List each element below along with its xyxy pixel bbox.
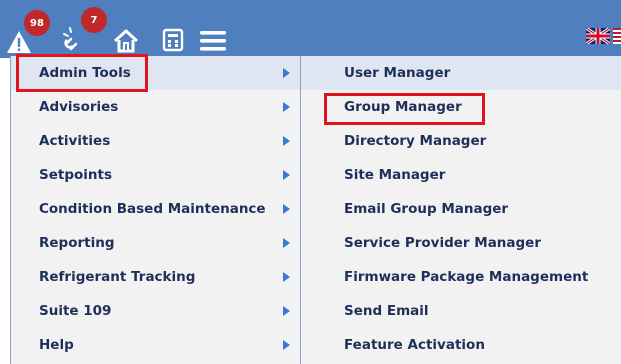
submenu-arrow-icon bbox=[283, 272, 290, 282]
submenu-item-email-group-manager[interactable]: Email Group Manager bbox=[301, 192, 621, 226]
submenu-item-label: Site Manager bbox=[344, 167, 446, 183]
submenu-item-service-provider-manager[interactable]: Service Provider Manager bbox=[301, 226, 621, 260]
submenu-item-label: Service Provider Manager bbox=[344, 235, 541, 251]
menu-item-label: Suite 109 bbox=[39, 303, 112, 319]
menu-item-setpoints[interactable]: Setpoints bbox=[11, 158, 303, 192]
submenu-item-label: Email Group Manager bbox=[344, 201, 509, 217]
submenu-item-label: User Manager bbox=[344, 65, 451, 81]
hamburger-menu-icon[interactable] bbox=[200, 30, 226, 52]
uk-flag-icon[interactable] bbox=[586, 28, 610, 44]
menu-item-label: Help bbox=[39, 337, 74, 353]
menu-item-condition-based-maintenance[interactable]: Condition Based Maintenance bbox=[11, 192, 303, 226]
menu-item-activities[interactable]: Activities bbox=[11, 124, 303, 158]
submenu-arrow-icon bbox=[283, 68, 290, 78]
submenu-item-site-manager[interactable]: Site Manager bbox=[301, 158, 621, 192]
submenu-arrow-icon bbox=[283, 136, 290, 146]
menu-item-label: Advisories bbox=[39, 99, 119, 115]
menu-item-refrigerant-tracking[interactable]: Refrigerant Tracking bbox=[11, 260, 303, 294]
menu-item-reporting[interactable]: Reporting bbox=[11, 226, 303, 260]
submenu-arrow-icon bbox=[283, 306, 290, 316]
menu-item-help[interactable]: Help bbox=[11, 328, 303, 362]
links-count-badge: 7 bbox=[81, 7, 107, 33]
submenu-arrow-icon bbox=[283, 238, 290, 248]
submenu-arrow-icon bbox=[283, 102, 290, 112]
menu-item-label: Refrigerant Tracking bbox=[39, 269, 196, 285]
submenu-arrow-icon bbox=[283, 170, 290, 180]
home-icon[interactable] bbox=[112, 28, 140, 54]
submenu-item-label: Feature Activation bbox=[344, 337, 485, 353]
main-dropdown-menu: Admin Tools Advisories Activities Setpoi… bbox=[10, 56, 304, 364]
submenu-item-send-email[interactable]: Send Email bbox=[301, 294, 621, 328]
submenu-item-user-manager[interactable]: User Manager bbox=[301, 56, 621, 90]
menu-item-suite-109[interactable]: Suite 109 bbox=[11, 294, 303, 328]
top-toolbar: 98 7 bbox=[0, 0, 621, 58]
alerts-count-badge: 98 bbox=[24, 10, 50, 36]
group-manager-highlight-box bbox=[324, 93, 485, 125]
submenu-arrow-icon bbox=[283, 340, 290, 350]
submenu-item-label: Firmware Package Management bbox=[344, 269, 589, 285]
menu-item-advisories[interactable]: Advisories bbox=[11, 90, 303, 124]
submenu-item-feature-activation[interactable]: Feature Activation bbox=[301, 328, 621, 362]
submenu-item-label: Directory Manager bbox=[344, 133, 487, 149]
submenu-item-label: Send Email bbox=[344, 303, 429, 319]
submenu-item-directory-manager[interactable]: Directory Manager bbox=[301, 124, 621, 158]
menu-item-label: Setpoints bbox=[39, 167, 112, 183]
warning-icon[interactable] bbox=[6, 30, 32, 54]
menu-item-label: Reporting bbox=[39, 235, 115, 251]
submenu-item-firmware-package-management[interactable]: Firmware Package Management bbox=[301, 260, 621, 294]
submenu-arrow-icon bbox=[283, 204, 290, 214]
menu-item-label: Activities bbox=[39, 133, 111, 149]
menu-item-label: Condition Based Maintenance bbox=[39, 201, 266, 217]
us-flag-icon[interactable] bbox=[613, 28, 621, 44]
calculator-icon[interactable] bbox=[162, 28, 184, 52]
admin-tools-highlight-box bbox=[16, 54, 148, 92]
